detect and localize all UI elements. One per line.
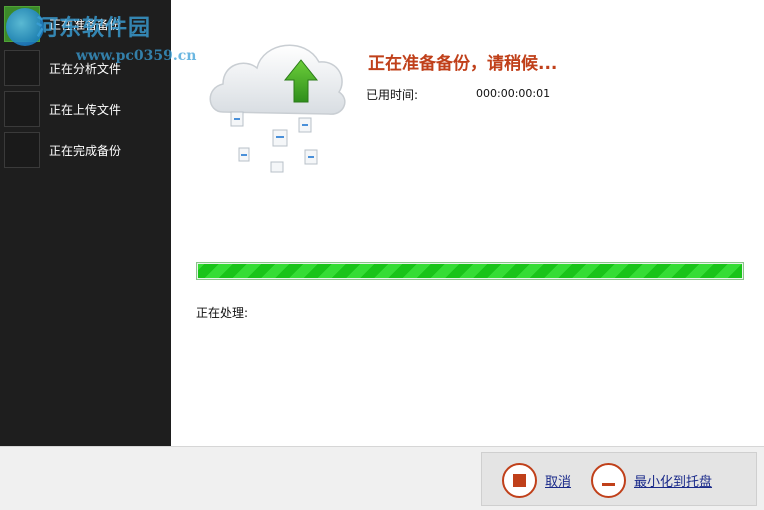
step-status-box — [4, 91, 40, 127]
cloud-upload-icon — [209, 44, 346, 173]
cancel-button[interactable]: 取消 — [502, 462, 571, 498]
step-status-box — [4, 50, 40, 86]
document-icon — [230, 111, 318, 173]
minimize-to-tray-button[interactable]: 最小化到托盘 — [591, 462, 712, 498]
cancel-link[interactable]: 取消 — [545, 471, 571, 490]
stop-icon[interactable] — [502, 462, 537, 498]
stop-square — [513, 473, 526, 487]
minimize-to-tray-link[interactable]: 最小化到托盘 — [634, 471, 712, 490]
backup-progress-panel: 正在准备备份，请稍候... 已用时间: 000:00:00:01 正在处理: — [171, 0, 764, 446]
step-label: 正在准备备份 — [49, 17, 122, 32]
step-status-box — [4, 132, 40, 168]
progress-fill — [198, 264, 742, 278]
step-sidebar: 正在准备备份 正在分析文件 正在上传文件 正在完成备份 — [0, 0, 171, 446]
step-item-upload: 正在上传文件 — [4, 91, 169, 127]
step-label: 正在上传文件 — [49, 102, 122, 117]
step-status-box — [4, 6, 40, 42]
minimize-bar — [602, 482, 615, 486]
processing-label: 正在处理: — [196, 306, 249, 320]
footer-bar: 取消 最小化到托盘 — [0, 446, 764, 510]
minimize-icon[interactable] — [591, 462, 626, 498]
step-item-analyze: 正在分析文件 — [4, 50, 169, 86]
step-item-finish: 正在完成备份 — [4, 132, 169, 168]
step-item-prepare: 正在准备备份 — [4, 6, 169, 42]
elapsed-time-value: 000:00:00:01 — [476, 87, 551, 100]
progress-bar — [196, 262, 744, 280]
step-label: 正在分析文件 — [49, 61, 122, 76]
status-title: 正在准备备份，请稍候... — [368, 54, 558, 74]
action-panel: 取消 最小化到托盘 — [481, 452, 757, 506]
step-label: 正在完成备份 — [49, 143, 122, 158]
elapsed-time-label: 已用时间: — [366, 88, 419, 102]
